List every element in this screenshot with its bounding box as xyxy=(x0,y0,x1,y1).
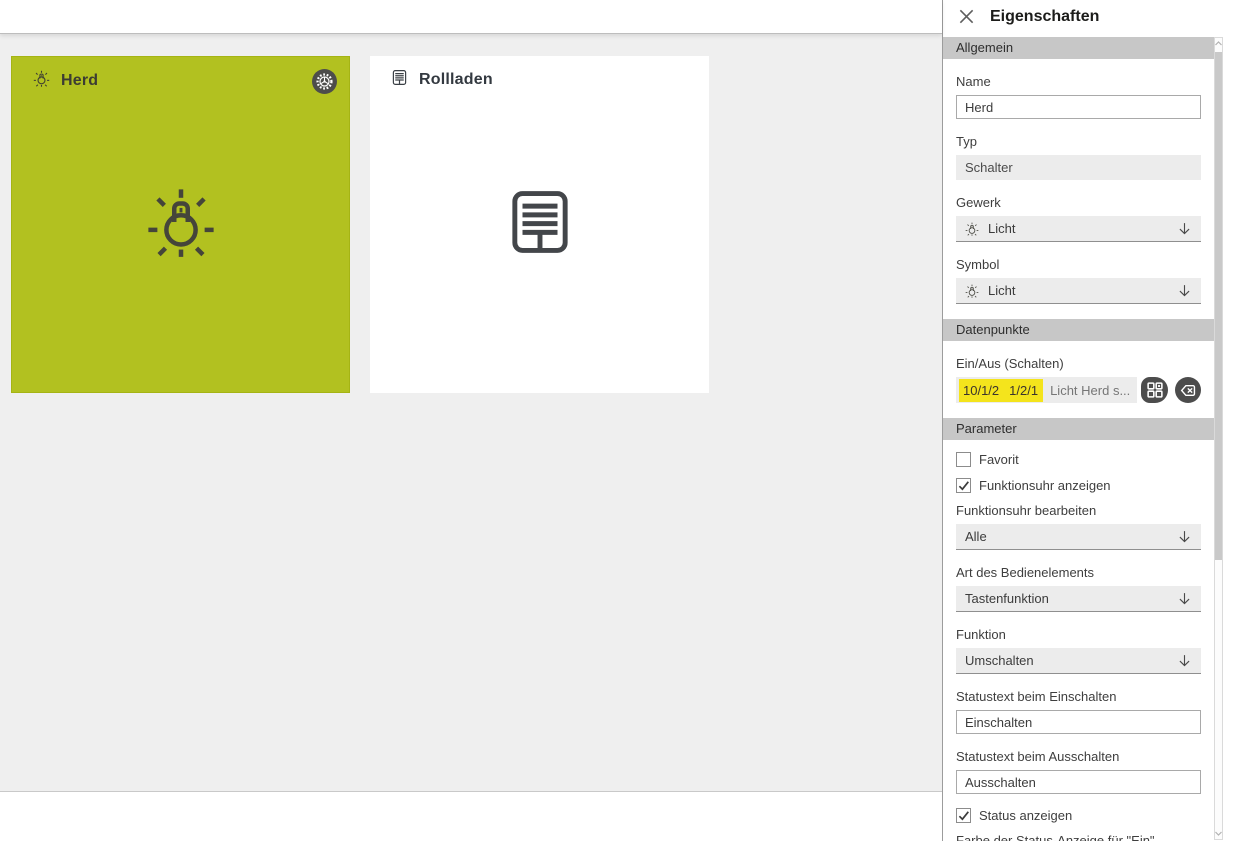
grid-squares-icon xyxy=(1144,379,1166,401)
canvas-area: Herd Rollladen xyxy=(0,34,942,792)
group-address-highlight: 10/1/2 1/2/1 xyxy=(959,378,1044,402)
statustext-ein-label: Statustext beim Einschalten xyxy=(956,689,1117,704)
group-address-primary: 10/1/2 xyxy=(963,382,1000,398)
bedienelement-dropdown[interactable]: Tastenfunktion xyxy=(956,586,1201,612)
gewerk-label: Gewerk xyxy=(956,195,1001,210)
name-label: Name xyxy=(956,74,991,89)
tile-main-icon-area xyxy=(12,57,349,392)
funktion-value: Umschalten xyxy=(965,653,1034,668)
datapoint-clear-button[interactable] xyxy=(1175,377,1201,403)
funktionsuhr-bearbeiten-label: Funktionsuhr bearbeiten xyxy=(956,503,1097,518)
chevron-down-icon xyxy=(1177,653,1192,668)
statustext-aus-label: Statustext beim Ausschalten xyxy=(956,749,1120,764)
statustext-aus-input[interactable] xyxy=(956,770,1201,794)
light-icon xyxy=(145,186,217,263)
tile-main-icon-area xyxy=(370,56,709,393)
typ-label: Typ xyxy=(956,134,977,149)
name-input[interactable] xyxy=(956,95,1201,119)
statustext-ein-input[interactable] xyxy=(956,710,1201,734)
properties-panel: Eigenschaften Allgemein Name Typ Schalte… xyxy=(942,0,1236,841)
top-toolbar xyxy=(0,0,942,34)
symbol-dropdown-value: Licht xyxy=(988,283,1016,298)
scrollbar-thumb[interactable] xyxy=(1215,52,1222,560)
symbol-label: Symbol xyxy=(956,257,1000,272)
tile-rollladen[interactable]: Rollladen xyxy=(370,56,709,393)
group-address-secondary: 1/2/1 xyxy=(1009,382,1039,398)
chevron-down-icon xyxy=(1177,283,1192,298)
gewerk-dropdown[interactable]: Licht xyxy=(956,216,1201,242)
farbe-label: Farbe der Status-Anzeige für "Ein" xyxy=(956,833,1155,841)
gewerk-dropdown-value: Licht xyxy=(988,221,1016,236)
funktionsuhr-anzeigen-label: Funktionsuhr anzeigen xyxy=(979,478,1111,493)
panel-title: Eigenschaften xyxy=(990,7,1100,25)
section-header-datenpunkte: Datenpunkte xyxy=(943,319,1214,341)
funktionsuhr-anzeigen-row: Funktionsuhr anzeigen xyxy=(956,478,1201,493)
funktionsuhr-bearbeiten-dropdown[interactable]: Alle xyxy=(956,524,1201,550)
section-header-allgemein: Allgemein xyxy=(943,37,1214,59)
status-anzeigen-checkbox[interactable] xyxy=(956,808,971,823)
chevron-down-icon xyxy=(1177,529,1192,544)
bedienelement-value: Tastenfunktion xyxy=(965,591,1049,606)
datapoint-picker-button[interactable] xyxy=(1141,377,1168,403)
properties-panel-header: Eigenschaften xyxy=(943,0,1236,33)
close-icon[interactable] xyxy=(958,8,975,25)
scrollbar-up-icon[interactable] xyxy=(1215,41,1222,46)
scrollbar-down-icon[interactable] xyxy=(1215,831,1222,836)
properties-panel-body: Allgemein Name Typ Schalter Gewerk Licht… xyxy=(943,33,1214,841)
favorit-row: Favorit xyxy=(956,452,1201,467)
funktionsuhr-anzeigen-checkbox[interactable] xyxy=(956,478,971,493)
bedienelement-label: Art des Bedienelements xyxy=(956,565,1095,580)
favorit-checkbox[interactable] xyxy=(956,452,971,467)
backspace-icon xyxy=(1178,380,1199,401)
tile-herd[interactable]: Herd xyxy=(11,56,350,393)
favorit-label: Favorit xyxy=(979,452,1019,467)
section-header-parameter: Parameter xyxy=(943,418,1214,440)
funktion-dropdown[interactable]: Umschalten xyxy=(956,648,1201,674)
datapoint-field[interactable]: 10/1/2 1/2/1 Licht Herd s... xyxy=(956,377,1137,403)
funktion-label: Funktion xyxy=(956,627,1006,642)
datapoint-label: Ein/Aus (Schalten) xyxy=(956,356,1064,371)
status-anzeigen-row: Status anzeigen xyxy=(956,808,1201,823)
symbol-dropdown[interactable]: Licht xyxy=(956,278,1201,304)
funktionsuhr-bearbeiten-value: Alle xyxy=(965,529,987,544)
datapoint-description: Licht Herd s... xyxy=(1050,382,1131,398)
status-anzeigen-label: Status anzeigen xyxy=(979,808,1073,823)
chevron-down-icon xyxy=(1177,591,1192,606)
chevron-down-icon xyxy=(1177,221,1192,236)
typ-value: Schalter xyxy=(956,155,1201,180)
datapoint-row: 10/1/2 1/2/1 Licht Herd s... xyxy=(956,377,1201,403)
light-icon xyxy=(965,283,979,298)
panel-scrollbar[interactable] xyxy=(1214,37,1223,840)
shutter-icon xyxy=(505,187,575,262)
light-icon xyxy=(965,221,979,236)
